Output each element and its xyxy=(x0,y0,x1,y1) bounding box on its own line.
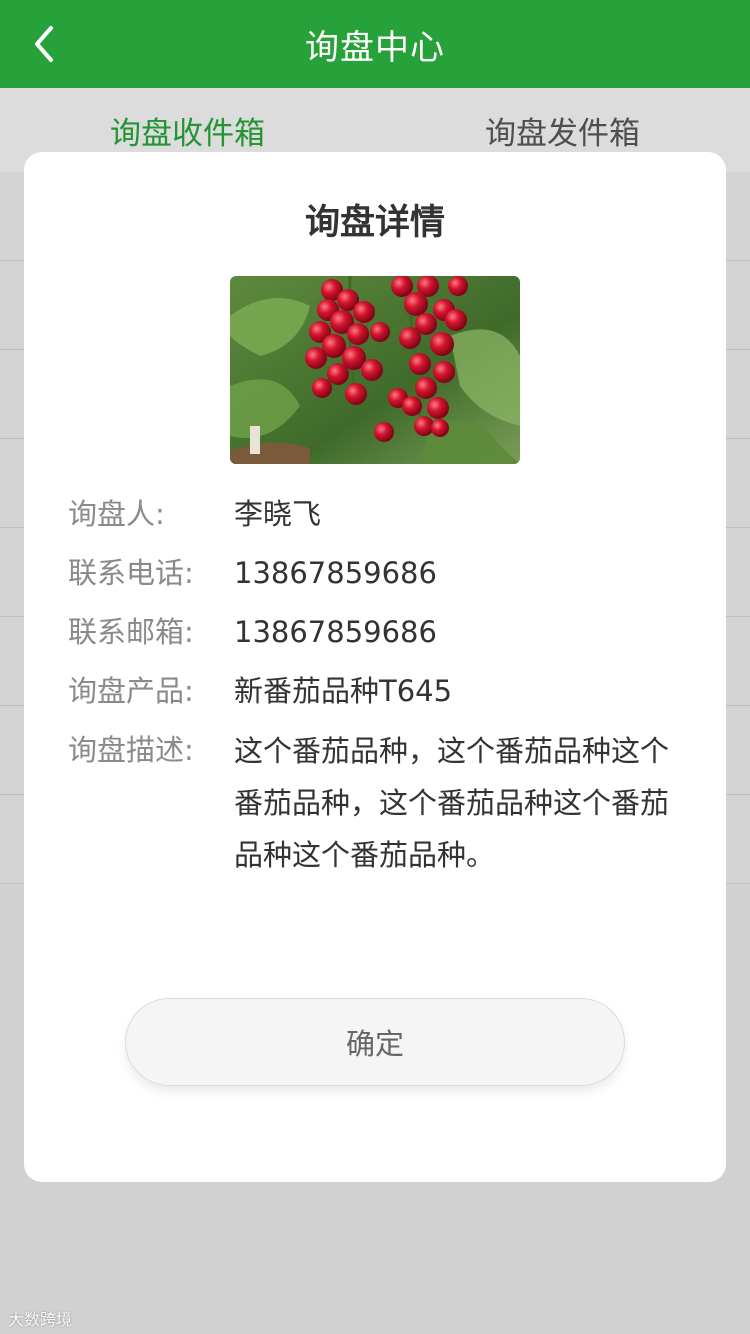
dialog-title: 询盘详情 xyxy=(304,203,445,243)
field-phone: 联系电话: 13867859686 xyxy=(68,553,688,594)
field-value: 这个番茄品种，这个番茄品种这个番茄品种，这个番茄品种这个番茄品种这个番茄品种。 xyxy=(234,734,670,872)
product-image xyxy=(230,276,520,464)
chevron-left-icon xyxy=(35,26,53,62)
field-product: 询盘产品: 新番茄品种T645 xyxy=(68,671,688,712)
page-title: 询盘中心 xyxy=(305,27,445,68)
screen: 询盘中心 询盘收件箱 询盘发件箱 询盘详情 询盘人: 李晓飞 联系电话: 138… xyxy=(0,0,750,1334)
inquiry-detail-dialog: 询盘详情 询盘人: 李晓飞 联系电话: 13867859686 联系邮箱: 13… xyxy=(24,152,726,1182)
field-label: 询盘人: xyxy=(68,497,165,531)
field-value: 13867859686 xyxy=(234,556,437,590)
inquiry-info: 询盘人: 李晓飞 联系电话: 13867859686 联系邮箱: 1386785… xyxy=(68,494,688,899)
field-label: 询盘描述: xyxy=(68,733,194,767)
field-inquirer: 询盘人: 李晓飞 xyxy=(68,494,688,535)
app-header: 询盘中心 xyxy=(0,0,750,88)
confirm-button[interactable]: 确定 xyxy=(125,998,625,1086)
field-value: 13867859686 xyxy=(234,615,437,649)
back-button[interactable] xyxy=(14,14,74,74)
field-label: 询盘产品: xyxy=(68,674,194,708)
field-label: 联系电话: xyxy=(68,556,194,590)
field-email: 联系邮箱: 13867859686 xyxy=(68,612,688,653)
field-value: 李晓飞 xyxy=(234,497,322,531)
watermark: 大数跨境 xyxy=(8,1310,73,1329)
field-description: 询盘描述: 这个番茄品种，这个番茄品种这个番茄品种，这个番茄品种这个番茄品种这个… xyxy=(68,730,688,881)
field-label: 联系邮箱: xyxy=(68,615,194,649)
field-value: 新番茄品种T645 xyxy=(234,674,453,708)
